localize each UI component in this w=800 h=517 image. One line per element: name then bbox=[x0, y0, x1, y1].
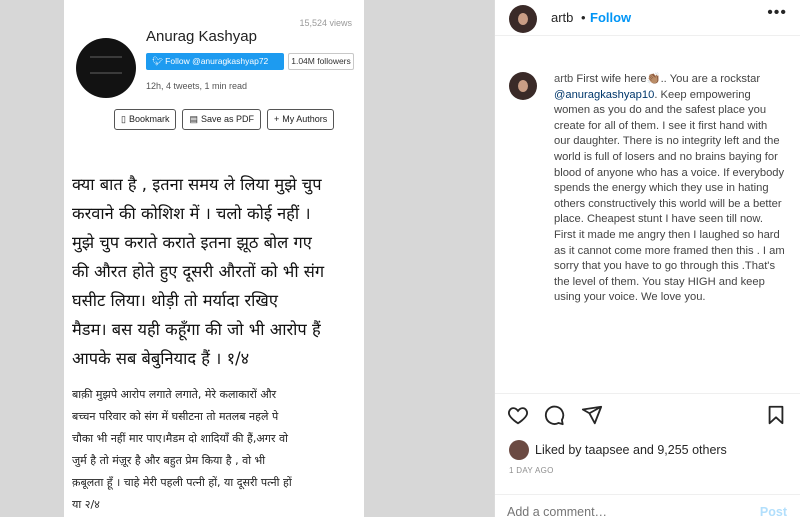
mention-link[interactable]: @anuragkashyap10 bbox=[554, 89, 654, 101]
thread-meta: 12h, 4 tweets, 1 min read bbox=[146, 81, 248, 91]
text-line: आपके सब बेबुनियाद हैं । १/४ bbox=[72, 349, 250, 368]
share-icon[interactable] bbox=[581, 404, 603, 426]
threadreader-card: 15,524 views Anurag Kashyap 🐦︎ Follow @a… bbox=[64, 0, 364, 517]
bookmark-button: ▯ Bookmark bbox=[114, 109, 177, 130]
text-line: जुर्म है तो मंज़ूर है और बहुत प्रेम किया… bbox=[72, 454, 266, 467]
text-line: चौका भी नहीं मार पाए।मैडम दो शादियाँ की … bbox=[72, 432, 288, 445]
plus-icon: + bbox=[274, 114, 280, 124]
followers-count: 1.04M followers bbox=[288, 53, 354, 70]
more-horizontal-icon[interactable]: ••• bbox=[767, 4, 787, 22]
bookmark-icon: ▯ bbox=[121, 114, 126, 124]
post-date[interactable]: 1 DAY AGO bbox=[509, 466, 554, 475]
likes-text[interactable]: Liked by taapsee and 9,255 others bbox=[535, 443, 727, 457]
add-comment-row: Post bbox=[495, 494, 800, 517]
text-line: क़बूलता हूँ । चाहे मेरी पहली पत्नी हों, … bbox=[72, 476, 292, 489]
bookmark-icon[interactable] bbox=[765, 404, 787, 426]
caption-username[interactable]: artb bbox=[554, 73, 573, 85]
instagram-side-panel: artb • Follow ••• artb First wife here👏🏽… bbox=[494, 0, 800, 517]
text-line: क्या बात है , इतना समय ले लिया मुझे चुप bbox=[72, 175, 322, 194]
document-icon: ▤ bbox=[189, 114, 198, 124]
author-name: Anurag Kashyap bbox=[146, 28, 257, 45]
caption-avatar[interactable] bbox=[509, 72, 537, 100]
post-header: artb • Follow ••• bbox=[495, 0, 800, 36]
follow-button[interactable]: Follow bbox=[590, 10, 631, 25]
post-button[interactable]: Post bbox=[760, 505, 787, 517]
avatar[interactable] bbox=[509, 5, 537, 33]
text-line: मुझे चुप कराते कराते इतना झूठ बोल गए bbox=[72, 233, 312, 252]
save-pdf-button: ▤ Save as PDF bbox=[182, 109, 262, 130]
text-line: बच्चन परिवार को संग में घसीटना तो मतलब न… bbox=[72, 410, 279, 423]
separator-dot: • bbox=[581, 10, 586, 25]
text-line: या २/४ bbox=[72, 498, 100, 511]
tweet-text-large: क्या बात है , इतना समय ले लिया मुझे चुप … bbox=[72, 170, 362, 373]
my-authors-button: + My Authors bbox=[267, 109, 335, 130]
twitter-bird-icon: 🐦︎ bbox=[152, 56, 166, 66]
heart-icon[interactable] bbox=[507, 404, 529, 426]
liker-avatar bbox=[509, 440, 529, 460]
twitter-follow-badge: 🐦︎ Follow @anuragkashyap72 bbox=[146, 53, 284, 70]
text-line: घसीट लिया। थोड़ी तो मर्यादा रखिए bbox=[72, 291, 278, 310]
view-count: 15,524 views bbox=[299, 18, 352, 28]
author-avatar bbox=[76, 38, 136, 98]
tweet-text-small: बाक़ी मुझपे आरोप लगाते लगाते, मेरे कलाका… bbox=[72, 384, 362, 516]
thread-buttons: ▯ Bookmark ▤ Save as PDF + My Authors bbox=[114, 109, 335, 130]
text-line: करवाने की कोशिश में । चलो कोई नहीं । bbox=[72, 204, 311, 223]
add-comment-input[interactable] bbox=[507, 505, 727, 517]
username-link[interactable]: artb bbox=[551, 10, 573, 25]
text-line: की औरत होते हुए दूसरी औरतों को भी संग bbox=[72, 262, 325, 281]
text-line: बाक़ी मुझपे आरोप लगाते लगाते, मेरे कलाका… bbox=[72, 388, 277, 401]
action-bar bbox=[495, 393, 800, 433]
caption-text: artb First wife here👏🏽.. You are a rocks… bbox=[554, 73, 785, 304]
comment-icon[interactable] bbox=[543, 404, 565, 426]
text-line: मैडम। बस यही कहूँगा की जो भी आरोप हैं bbox=[72, 320, 321, 339]
